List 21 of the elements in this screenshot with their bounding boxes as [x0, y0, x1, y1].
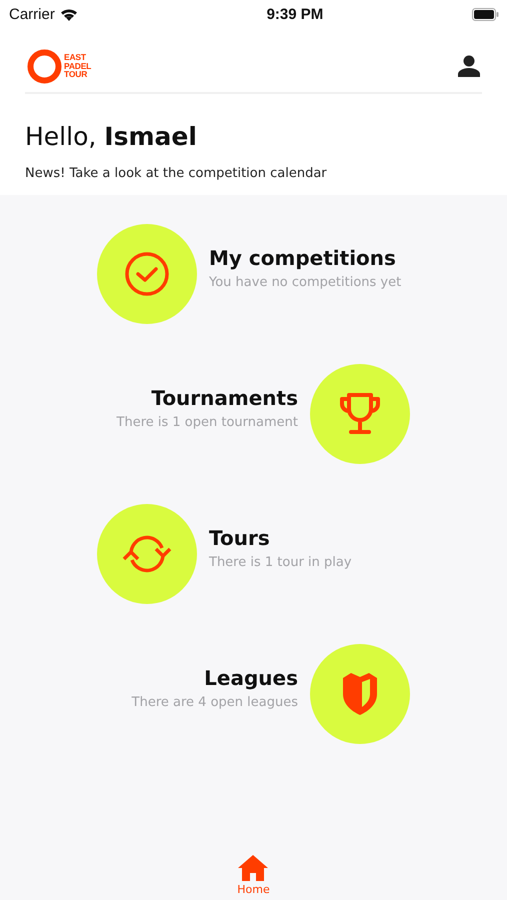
battery-icon — [472, 8, 499, 20]
section-title[interactable]: Leagues — [204, 666, 298, 690]
section-title[interactable]: Tournaments — [151, 386, 298, 410]
home-icon — [238, 855, 268, 881]
shield-icon — [341, 673, 379, 715]
user-profile-icon[interactable] — [458, 55, 480, 77]
logo-ring-icon — [27, 48, 62, 84]
checkmark-circle-icon — [123, 250, 171, 298]
clock-time: 9:39 PM — [266, 6, 324, 22]
section-title[interactable]: Tours — [209, 526, 270, 550]
trophy-icon — [337, 392, 383, 436]
greeting-heading: Hello, Ismael — [25, 122, 198, 151]
carrier-label: Carrier — [9, 6, 55, 22]
section-title[interactable]: My competitions — [209, 246, 396, 270]
section-subtitle: You have no competitions yet — [209, 275, 402, 290]
section-subtitle: There is 1 open tournament — [116, 415, 298, 430]
news-text: News! Take a look at the competition calendar — [25, 166, 328, 181]
logo-text: EAST PADEL TOUR — [64, 53, 92, 79]
wifi-icon — [60, 8, 78, 20]
section-subtitle: There are 4 open leagues — [132, 695, 298, 710]
section-subtitle: There is 1 tour in play — [209, 555, 352, 570]
